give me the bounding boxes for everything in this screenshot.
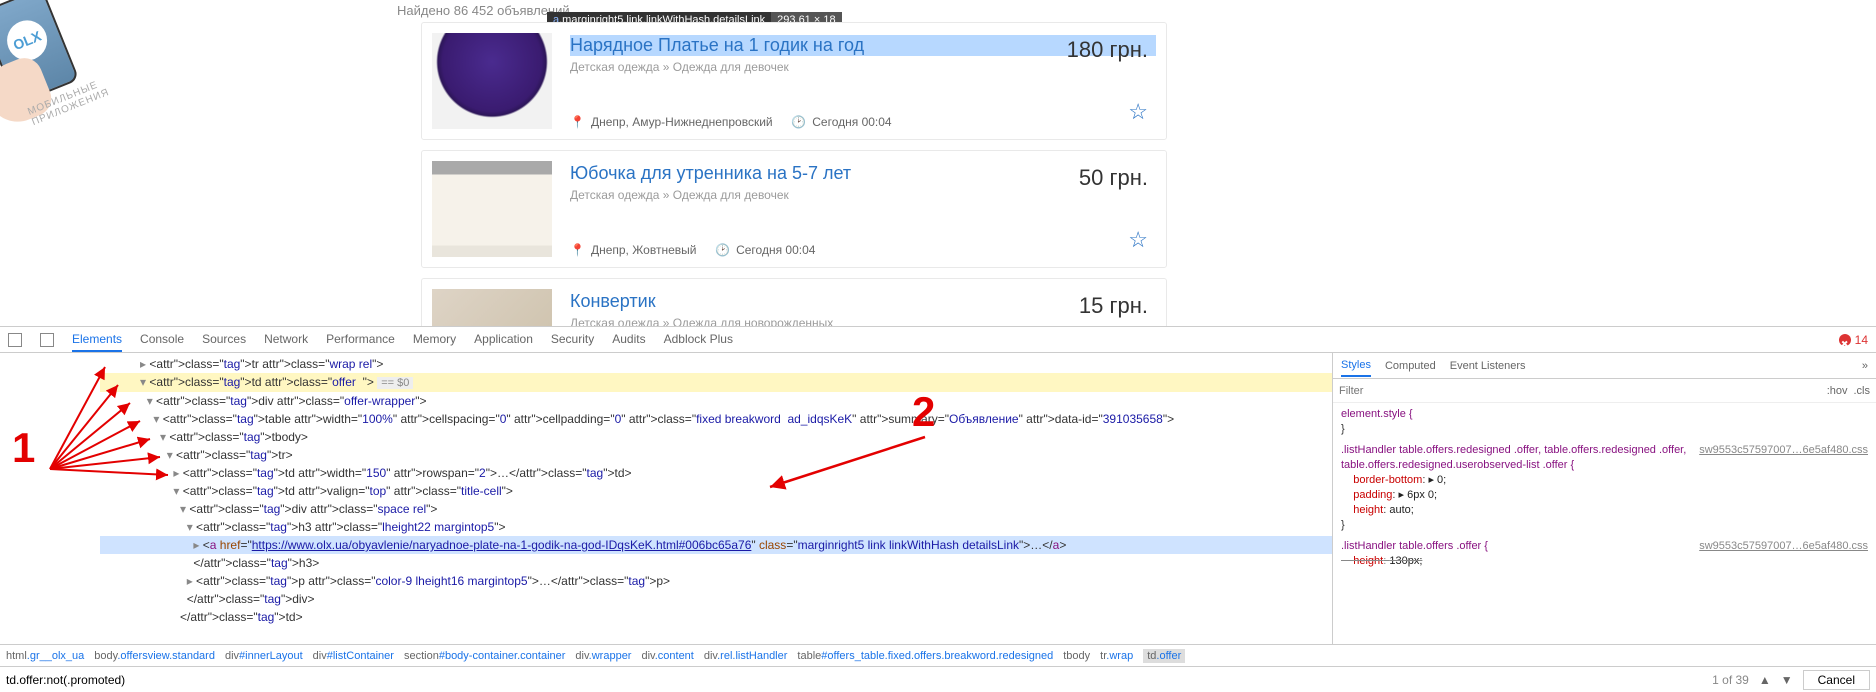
devtools-tab[interactable]: Console — [140, 328, 184, 352]
pin-icon: 📍 — [570, 115, 585, 129]
dom-line[interactable]: ▾ <attr">class="tag">tbody> — [100, 428, 1332, 446]
styles-filter-row: :hov .cls — [1333, 379, 1876, 403]
pin-icon: 📍 — [570, 243, 585, 257]
devtools-tab[interactable]: Sources — [202, 328, 246, 352]
dom-line[interactable]: ▸ <a href="https://www.olx.ua/obyavlenie… — [100, 536, 1332, 554]
find-bar: 1 of 39 ▲ ▼ Cancel — [0, 666, 1876, 692]
mobile-app-promo[interactable]: МОБИЛЬНЫЕПРИЛОЖЕНИЯ — [0, 0, 119, 127]
annotation-2: 2 — [912, 403, 935, 421]
inspect-element-icon[interactable] — [8, 333, 22, 347]
css-rule[interactable]: sw9553c57597007…6e5af480.css.listHandler… — [1341, 443, 1868, 533]
styles-more-icon[interactable]: » — [1862, 360, 1868, 372]
dom-line[interactable]: </attr">class="tag">td> — [100, 608, 1332, 626]
devtools-tab[interactable]: Audits — [612, 328, 645, 352]
listing-price: 50 грн. — [1079, 165, 1148, 191]
results-count: Найдено 86 452 объявлений — [397, 3, 570, 18]
breadcrumb-item[interactable]: div.content — [641, 650, 693, 662]
breadcrumb-item[interactable]: section#body-container.container — [404, 650, 565, 662]
breadcrumb-item[interactable]: body.offersview.standard — [94, 650, 215, 662]
dom-line[interactable]: ▾ <attr">class="tag">td attr">class="off… — [100, 373, 1332, 392]
listing-card[interactable]: Нарядное Платье на 1 годик на год Детска… — [421, 22, 1167, 140]
breadcrumb-item[interactable]: td.offer — [1143, 649, 1185, 663]
css-rules[interactable]: element.style {} sw9553c57597007…6e5af480… — [1333, 403, 1876, 644]
breadcrumb-item[interactable]: table#offers_table.fixed.offers.breakwor… — [797, 650, 1053, 662]
devtools-panel: Elements Console Sources Network Performance… — [0, 326, 1876, 692]
devtools-tab[interactable]: Adblock Plus — [664, 328, 733, 352]
dom-line[interactable]: </attr">class="tag">h3> — [100, 554, 1332, 572]
styles-filter-input[interactable] — [1339, 385, 1821, 397]
css-rule[interactable]: element.style {} — [1341, 407, 1868, 437]
styles-tab[interactable]: Computed — [1385, 360, 1436, 372]
devtools-tab[interactable]: Network — [264, 328, 308, 352]
find-cancel-button[interactable]: Cancel — [1803, 670, 1870, 690]
dom-line[interactable]: ▾ <attr">class="tag">div attr">class="of… — [100, 392, 1332, 410]
dom-line[interactable]: ▸ <attr">class="tag">p attr">class="colo… — [100, 572, 1332, 590]
breadcrumb-item[interactable]: div#innerLayout — [225, 650, 303, 662]
breadcrumb-item[interactable]: html.gr__olx_ua — [6, 650, 84, 662]
listing-thumb[interactable] — [432, 161, 552, 257]
devtools-tabs: Elements Console Sources Network Performance… — [0, 327, 1876, 353]
device-toggle-icon[interactable] — [40, 333, 54, 347]
dom-line[interactable]: ▸ <attr">class="tag">td attr">width="150… — [100, 464, 1332, 482]
favorite-star-icon[interactable]: ☆ — [1128, 99, 1148, 125]
clock-icon: 🕑 — [791, 115, 806, 129]
hov-toggle[interactable]: :hov — [1827, 385, 1848, 397]
listing-title-link[interactable]: Конвертик — [570, 291, 1156, 312]
devtools-tab[interactable]: Performance — [326, 328, 395, 352]
styles-pane: Styles Computed Event Listeners » :hov .cls… — [1332, 353, 1876, 644]
listing-meta: 📍Днепр, Амур-Нижнеднепровский 🕑Сегодня 0… — [570, 115, 1156, 129]
find-count: 1 of 39 — [1712, 673, 1749, 687]
styles-tab[interactable]: Styles — [1341, 355, 1371, 377]
listing-category[interactable]: Детская одежда » Одежда для девочек — [570, 188, 1156, 202]
styles-tab[interactable]: Event Listeners — [1450, 360, 1526, 372]
listing-title-link[interactable]: Юбочка для утренника на 5-7 лет — [570, 163, 1156, 184]
devtools-tab[interactable]: Security — [551, 328, 594, 352]
listing-meta: 📍Днепр, Жовтневый 🕑Сегодня 00:04 — [570, 243, 1156, 257]
error-counter[interactable]: ✖14 — [1839, 325, 1868, 355]
devtools-tab[interactable]: Elements — [72, 328, 122, 352]
find-prev-button[interactable]: ▲ — [1759, 673, 1771, 687]
dom-line[interactable]: ▾ <attr">class="tag">tr> — [100, 446, 1332, 464]
breadcrumb-item[interactable]: div.wrapper — [575, 650, 631, 662]
listing-price: 15 грн. — [1079, 293, 1148, 319]
favorite-star-icon[interactable]: ☆ — [1128, 227, 1148, 253]
dom-line[interactable]: </attr">class="tag">div> — [100, 590, 1332, 608]
listing-card[interactable]: Юбочка для утренника на 5-7 лет Детская … — [421, 150, 1167, 268]
breadcrumb-item[interactable]: div.rel.listHandler — [704, 650, 788, 662]
dom-line[interactable]: ▾ <attr">class="tag">table attr">width="… — [100, 410, 1332, 428]
find-input[interactable] — [6, 673, 1702, 687]
breadcrumb-item[interactable]: tbody — [1063, 650, 1090, 662]
dom-line[interactable]: ▸ <attr">class="tag">tr attr">class="wra… — [100, 355, 1332, 373]
dom-line[interactable]: ▾ <attr">class="tag">td attr">valign="to… — [100, 482, 1332, 500]
dom-line[interactable]: ▾ <attr">class="tag">h3 attr">class="lhe… — [100, 518, 1332, 536]
breadcrumb[interactable]: html.gr__olx_ua body.offersview.standard d… — [0, 644, 1876, 666]
dom-line[interactable]: ▾ <attr">class="tag">div attr">class="sp… — [100, 500, 1332, 518]
styles-tabs: Styles Computed Event Listeners » — [1333, 353, 1876, 379]
devtools-tab[interactable]: Application — [474, 328, 533, 352]
cls-toggle[interactable]: .cls — [1854, 385, 1871, 397]
elements-tree[interactable]: 1 2 — [0, 353, 1332, 644]
listing-thumb[interactable] — [432, 33, 552, 129]
listing-price: 180 грн. — [1067, 37, 1148, 63]
devtools-tab[interactable]: Memory — [413, 328, 456, 352]
clock-icon: 🕑 — [715, 243, 730, 257]
find-next-button[interactable]: ▼ — [1781, 673, 1793, 687]
css-rule[interactable]: sw9553c57597007…6e5af480.css.listHandler… — [1341, 539, 1868, 569]
annotation-1: 1 — [12, 439, 35, 457]
breadcrumb-item[interactable]: div#listContainer — [313, 650, 394, 662]
breadcrumb-item[interactable]: tr.wrap — [1100, 650, 1133, 662]
